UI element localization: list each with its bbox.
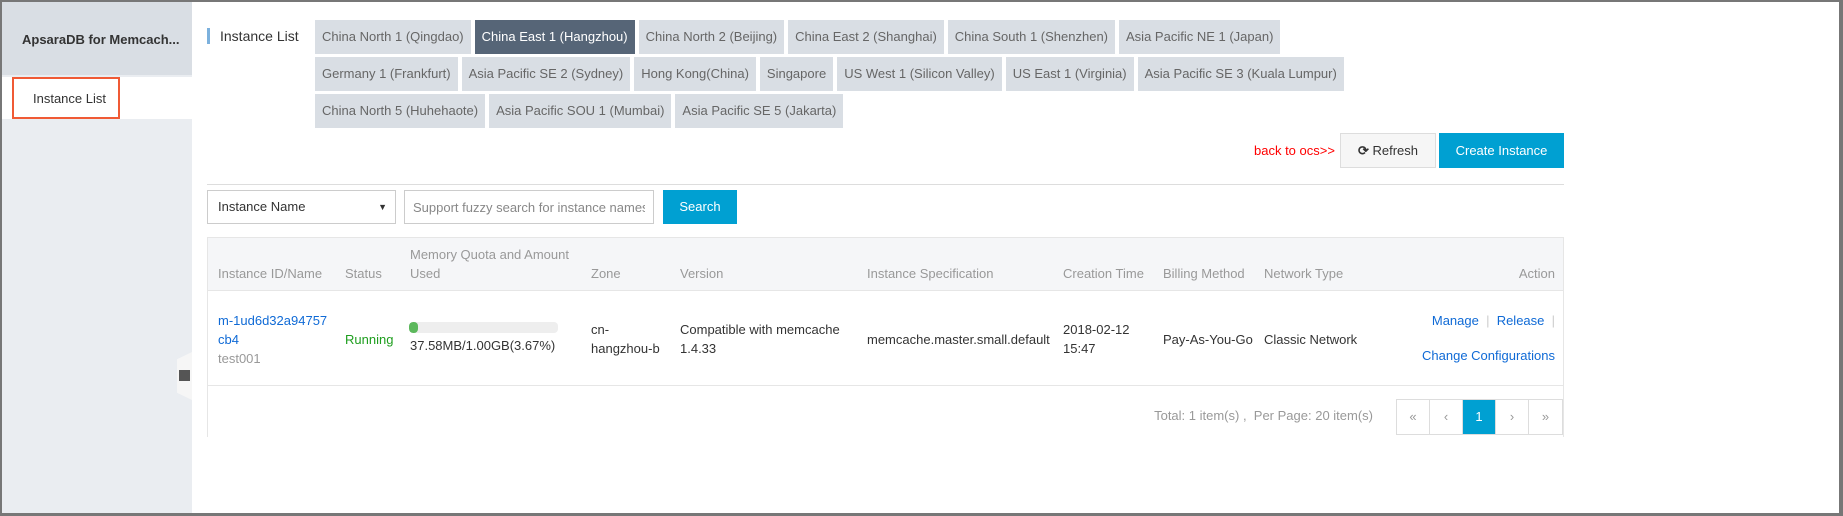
pagination: « ‹ 1 › » bbox=[1396, 399, 1563, 435]
caret-down-icon: ▼ bbox=[378, 202, 387, 212]
next-page-button[interactable]: › bbox=[1496, 400, 1529, 434]
region-tab[interactable]: Singapore bbox=[759, 57, 834, 91]
col-memory: Memory Quota and Amount Used bbox=[410, 247, 569, 281]
table-header: Instance ID/Name Status Memory Quota and… bbox=[208, 238, 1563, 291]
region-tab[interactable]: China South 1 (Shenzhen) bbox=[947, 20, 1116, 54]
col-zone: Zone bbox=[591, 266, 621, 281]
col-network: Network Type bbox=[1264, 266, 1344, 281]
region-tab[interactable]: US East 1 (Virginia) bbox=[1005, 57, 1134, 91]
col-creation-time: Creation Time bbox=[1063, 266, 1144, 281]
search-field-select[interactable]: Instance Name ▼ bbox=[207, 190, 396, 224]
region-tab[interactable]: Asia Pacific NE 1 (Japan) bbox=[1119, 20, 1281, 54]
col-spec: Instance Specification bbox=[867, 266, 994, 281]
divider bbox=[207, 184, 1564, 185]
instance-name: test001 bbox=[218, 351, 261, 366]
region-tab[interactable]: Asia Pacific SOU 1 (Mumbai) bbox=[489, 94, 672, 128]
region-tab[interactable]: China East 1 (Hangzhou) bbox=[474, 20, 635, 54]
first-page-button[interactable]: « bbox=[1397, 400, 1430, 434]
col-version: Version bbox=[680, 266, 724, 281]
network-type: Classic Network bbox=[1264, 332, 1358, 347]
col-instance-id: Instance ID/Name bbox=[218, 266, 323, 281]
region-tabs: China North 1 (Qingdao) China East 1 (Han… bbox=[315, 20, 1375, 128]
sidebar: ApsaraDB for Memcach... Instance List bbox=[2, 2, 192, 513]
refresh-label: Refresh bbox=[1372, 143, 1419, 158]
col-status: Status bbox=[345, 266, 382, 281]
refresh-button[interactable]: ⟳ Refresh bbox=[1340, 133, 1436, 168]
region-tab[interactable]: China East 2 (Shanghai) bbox=[788, 20, 944, 54]
instance-table: Instance ID/Name Status Memory Quota and… bbox=[207, 237, 1564, 437]
manage-link[interactable]: Manage bbox=[1432, 313, 1479, 328]
region-tab[interactable]: Asia Pacific SE 2 (Sydney) bbox=[461, 57, 631, 91]
page-1-button[interactable]: 1 bbox=[1463, 400, 1496, 434]
memory-text: 37.58MB/1.00GB(3.67%) bbox=[410, 338, 556, 353]
refresh-icon: ⟳ bbox=[1357, 143, 1369, 158]
zone: cn-hangzhou-b bbox=[591, 322, 660, 356]
create-instance-button[interactable]: Create Instance bbox=[1439, 133, 1564, 168]
change-configurations-link[interactable]: Change Configurations bbox=[1422, 346, 1555, 365]
version: Compatible with memcache 1.4.33 bbox=[680, 322, 840, 356]
billing-method: Pay-As-You-Go bbox=[1163, 332, 1253, 347]
prev-page-button[interactable]: ‹ bbox=[1430, 400, 1463, 434]
creation-time: 2018-02-12 15:47 bbox=[1063, 322, 1130, 356]
release-link[interactable]: Release bbox=[1497, 313, 1545, 328]
col-action: Action bbox=[1518, 266, 1555, 281]
collapse-icon bbox=[179, 370, 190, 381]
region-tab[interactable]: Germany 1 (Frankfurt) bbox=[315, 57, 458, 91]
last-page-button[interactable]: » bbox=[1529, 400, 1562, 434]
region-tab[interactable]: US West 1 (Silicon Valley) bbox=[837, 57, 1002, 91]
memory-bar bbox=[409, 322, 558, 333]
search-button[interactable]: Search bbox=[663, 190, 737, 224]
spec: memcache.master.small.default bbox=[867, 332, 1050, 347]
search-input[interactable] bbox=[404, 190, 654, 224]
region-tab[interactable]: China North 5 (Huhehaote) bbox=[315, 94, 486, 128]
sidebar-collapse-toggle[interactable] bbox=[177, 352, 192, 400]
table-row: m-1ud6d32a94757cb4 test001 Running 37.58… bbox=[208, 291, 1563, 386]
region-tab[interactable]: Hong Kong(China) bbox=[634, 57, 756, 91]
page-title: Instance List bbox=[207, 28, 299, 44]
back-to-ocs-link[interactable]: back to ocs>> bbox=[1254, 143, 1335, 158]
col-billing: Billing Method bbox=[1163, 266, 1245, 281]
action-links: Manage | Release | bbox=[1431, 313, 1555, 328]
sidebar-item-label: Instance List bbox=[12, 77, 120, 119]
pagination-summary: Total: 1 item(s) , Per Page: 20 item(s) bbox=[1154, 408, 1373, 423]
region-tab[interactable]: China North 2 (Beijing) bbox=[638, 20, 785, 54]
select-value: Instance Name bbox=[218, 199, 306, 214]
region-tab[interactable]: China North 1 (Qingdao) bbox=[315, 20, 471, 54]
region-tab[interactable]: Asia Pacific SE 5 (Jakarta) bbox=[675, 94, 844, 128]
sidebar-title: ApsaraDB for Memcach... bbox=[2, 2, 192, 75]
instance-id-link[interactable]: m-1ud6d32a94757cb4 bbox=[218, 311, 333, 349]
status-badge: Running bbox=[345, 332, 394, 347]
region-tab[interactable]: Asia Pacific SE 3 (Kuala Lumpur) bbox=[1137, 57, 1344, 91]
main-content: Instance List China North 1 (Qingdao) Chi… bbox=[207, 0, 1839, 516]
sidebar-item-instance-list[interactable]: Instance List bbox=[2, 77, 192, 119]
